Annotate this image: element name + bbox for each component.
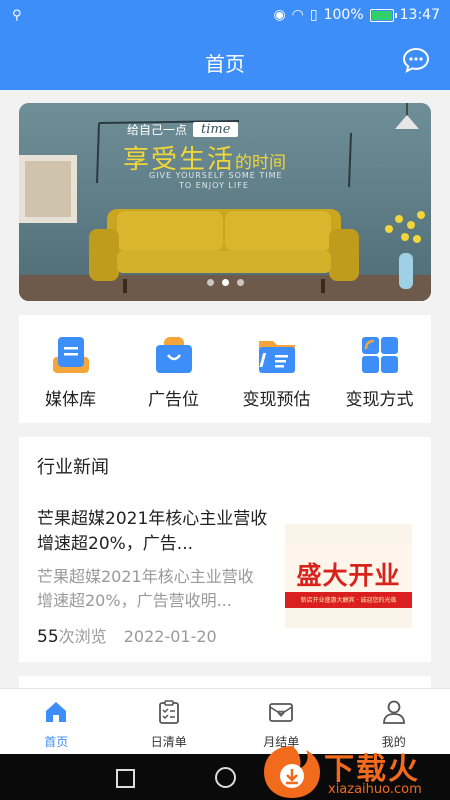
quick-action-label: 变现预估	[242, 390, 311, 410]
battery-icon	[369, 8, 397, 22]
section-title: 行业新闻	[37, 457, 109, 478]
eye-icon: ◉	[273, 7, 286, 23]
home-button[interactable]	[215, 767, 236, 788]
industry-news-card: 行业新闻 芒果超媒2021年核心主业营收增速超20%，广告... 芒果超媒202…	[19, 437, 431, 662]
carousel-dot[interactable]	[206, 279, 214, 286]
quick-action-estimate[interactable]: 变现预估	[225, 315, 328, 423]
news-meta: 55次浏览 2022-01-20	[37, 623, 217, 647]
usb-icon: ⚲	[12, 8, 22, 23]
thumb-headline: 盛大开业	[296, 561, 401, 590]
grid-tiles-icon	[361, 337, 398, 373]
quick-action-ad-slot[interactable]: 广告位	[122, 315, 225, 423]
app-header: 首页	[0, 32, 450, 90]
tab-label: 日清单	[150, 735, 187, 749]
quick-action-label: 变现方式	[345, 390, 414, 410]
news-title: 芒果超媒2021年核心主业营收增速超20%，广告...	[37, 509, 268, 554]
thumb-subtext: 新店开业盛惠大酬宾 · 诚迎您的光临	[300, 597, 397, 604]
mail-heart-icon	[269, 703, 294, 722]
battery-percent: 100%	[323, 7, 364, 23]
quick-action-media-library[interactable]: 媒体库	[19, 315, 122, 423]
user-icon	[382, 700, 405, 724]
tab-home[interactable]: 首页	[0, 689, 113, 755]
watermark-url: xiazaihuo.com	[328, 782, 422, 797]
clock: 13:47	[399, 7, 440, 23]
recents-button[interactable]	[116, 769, 135, 788]
wall-painting	[19, 155, 77, 223]
news-thumbnail: 盛大开业 新店开业盛惠大酬宾 · 诚迎您的光临	[285, 524, 412, 628]
banner-headline-suffix: 的时间	[235, 153, 287, 173]
quick-actions: 媒体库 广告位 变现预估 变现方式	[19, 315, 431, 423]
view-suffix: 次浏览	[58, 627, 107, 646]
home-icon	[46, 702, 67, 722]
clipboard-icon	[158, 700, 179, 724]
folder-estimate-icon	[258, 341, 295, 373]
wifi-icon: ◠	[291, 7, 304, 23]
banner-time-tag: time	[193, 122, 239, 137]
banner-sub1: GIVE YOURSELF SOME TIME	[149, 171, 283, 180]
view-count: 55	[37, 627, 59, 647]
carousel-dot[interactable]	[221, 279, 229, 286]
watermark-logo: 下载火 xiazaihuo.com	[262, 742, 450, 800]
chat-bubble-icon[interactable]	[402, 46, 430, 74]
carousel-dot[interactable]	[236, 279, 244, 286]
quick-action-label: 广告位	[148, 390, 199, 410]
banner-carousel[interactable]: 给自己一点 time 享受生活的时间 GIVE YOURSELF SOME TI…	[19, 103, 431, 301]
news-summary: 芒果超媒2021年核心主业营收增速超20%，广告营收明...	[37, 567, 254, 610]
sim-icon: ▯	[309, 7, 318, 23]
carousel-dots[interactable]	[19, 279, 431, 286]
quick-action-method[interactable]: 变现方式	[328, 315, 431, 423]
tab-label: 首页	[44, 735, 69, 749]
banner-sub2: TO ENJOY LIFE	[179, 181, 249, 190]
status-bar: ⚲ ◉ ◠ ▯ 100% 13:47	[0, 0, 450, 32]
media-library-icon	[52, 337, 89, 373]
quick-action-label: 媒体库	[45, 390, 96, 410]
ad-slot-bag-icon	[155, 337, 192, 373]
tab-daily-list[interactable]: 日清单	[113, 689, 226, 755]
page-title: 首页	[205, 52, 245, 76]
news-date: 2022-01-20	[123, 627, 217, 646]
banner-line1: 给自己一点	[127, 123, 188, 137]
